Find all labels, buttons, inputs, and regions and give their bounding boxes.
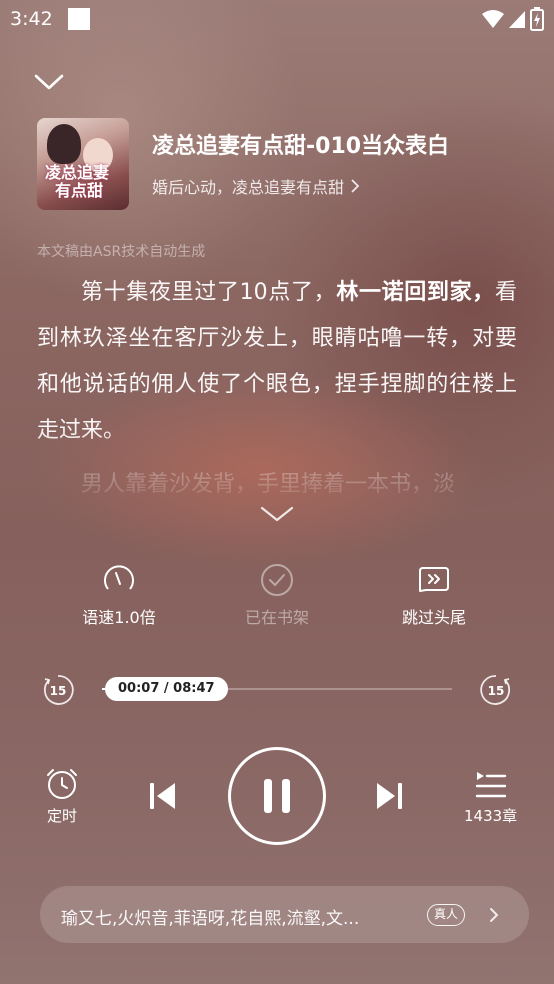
next-track-icon[interactable] <box>374 779 406 813</box>
voice-actor-names: 瑜又七,火炽音,菲语呀,花自熙,流壑,文... <box>61 909 360 929</box>
episode-title: 凌总追妻有点甜-010当众表白 <box>152 134 450 159</box>
real-person-badge: 真人 <box>427 904 466 926</box>
album-link[interactable]: 婚后心动，凌总追妻有点甜 <box>152 174 360 198</box>
cover-figure <box>47 124 81 164</box>
status-time: 3:42 <box>10 8 53 30</box>
chevron-right-icon <box>351 179 360 193</box>
svg-text:15: 15 <box>50 684 67 698</box>
chapter-count: 1433章 <box>464 807 518 825</box>
alarm-clock-icon <box>47 769 77 799</box>
system-icons <box>482 7 544 31</box>
timer-button[interactable]: 定时 <box>44 767 80 826</box>
playback-controls: 定时 1433章 <box>0 745 554 849</box>
chevron-right-icon <box>490 908 499 922</box>
album-name: 婚后心动，凌总追妻有点甜 <box>152 178 345 197</box>
playlist-icon <box>475 772 506 798</box>
transcript-text[interactable]: 第十集夜里过了10点了，林一诺回到家，看到林玖泽坐在客厅沙发上，眼睛咕噜一转，对… <box>37 270 517 496</box>
transcript-paragraph: 第十集夜里过了10点了，林一诺回到家，看到林玖泽坐在客厅沙发上，眼睛咕噜一转，对… <box>37 280 517 443</box>
collapse-chevron-icon[interactable] <box>32 68 66 96</box>
tools-row: 语速1.0倍 已在书架 跳过头尾 <box>0 562 554 632</box>
transcript-paragraph: 男人靠着沙发背，手里捧着一本书，淡 <box>81 472 456 496</box>
chapter-list-button[interactable]: 1433章 <box>464 769 517 826</box>
rewind-15-icon[interactable]: 15 <box>40 672 76 708</box>
asr-note: 本文稿由ASR技术自动生成 <box>37 244 206 260</box>
notification-icon <box>68 8 90 30</box>
skip-intro-label: 跳过头尾 <box>401 608 466 627</box>
forward-15-icon[interactable]: 15 <box>478 672 514 708</box>
skip-intro-button[interactable]: 跳过头尾 <box>379 562 489 628</box>
pause-button[interactable] <box>228 747 326 845</box>
battery-charging-icon <box>530 7 544 31</box>
previous-track-icon[interactable] <box>146 779 178 813</box>
wifi-icon <box>482 10 504 28</box>
progress-thumb-time[interactable]: 00:07 / 08:47 <box>105 677 228 701</box>
status-bar: 3:42 <box>0 0 554 40</box>
speedometer-icon <box>104 565 134 590</box>
svg-text:15: 15 <box>488 684 505 698</box>
expand-text-chevron-icon[interactable] <box>258 502 296 526</box>
skip-intro-icon <box>419 567 449 592</box>
signal-icon <box>509 11 525 28</box>
speed-button[interactable]: 语速1.0倍 <box>64 562 174 628</box>
timer-label: 定时 <box>46 807 77 825</box>
speed-label: 语速1.0倍 <box>82 608 156 627</box>
voice-actors-bar[interactable]: 瑜又七,火炽音,菲语呀,花自熙,流壑,文... 真人 <box>40 886 529 943</box>
shelf-label: 已在书架 <box>244 608 309 627</box>
pause-icon <box>264 779 290 813</box>
check-circle-icon <box>261 564 293 596</box>
book-cover[interactable]: 凌总追妻 有点甜 <box>37 118 129 210</box>
cover-title-art: 凌总追妻 有点甜 <box>45 163 110 200</box>
shelf-button[interactable]: 已在书架 <box>222 562 332 628</box>
